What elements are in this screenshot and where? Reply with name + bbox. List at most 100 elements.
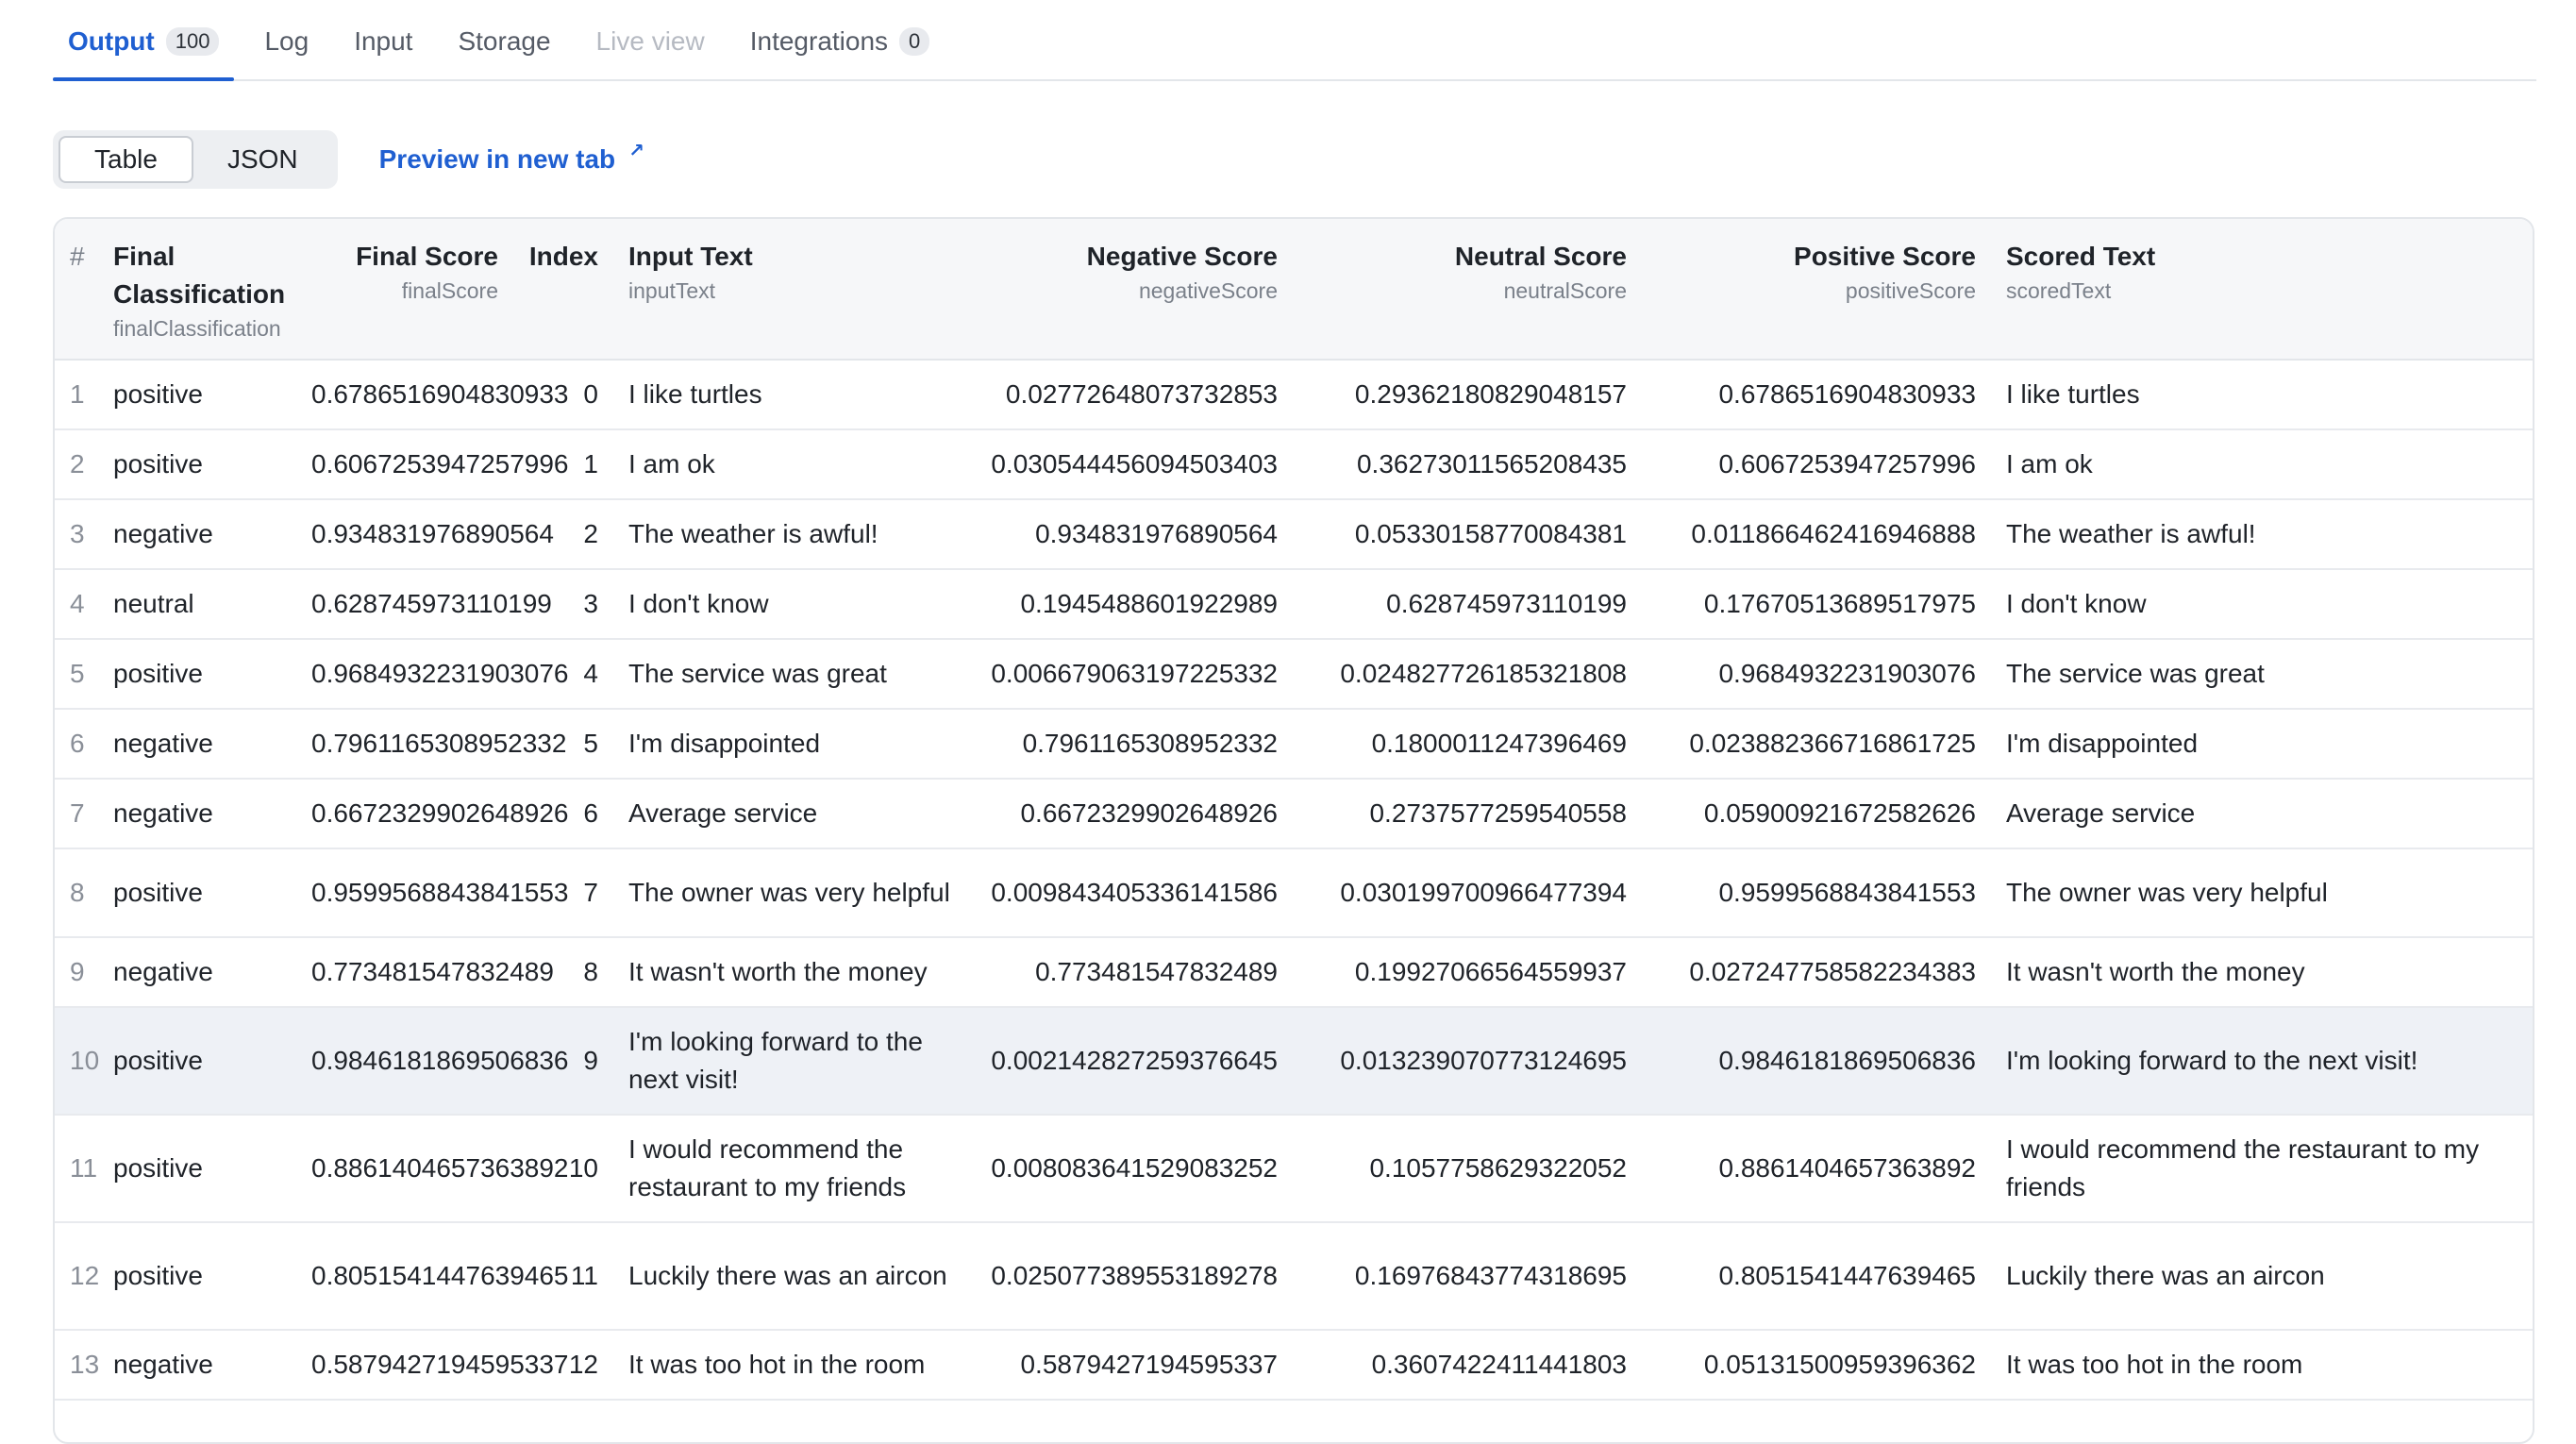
negative-score-cell: 0.7961165308952332 [976, 709, 1293, 780]
neutral-score-cell: 0.3607422411441803 [1293, 1330, 1642, 1401]
scored-text-cell: It wasn't worth the money [1991, 937, 2533, 1008]
input-text-cell: It was too hot in the room [613, 1330, 976, 1401]
tab-integrations[interactable]: Integrations 0 [735, 26, 945, 79]
column-key: finalClassification [113, 316, 281, 341]
table-row[interactable]: 6 negative 0.7961165308952332 5 I'm disappoi… [55, 709, 2533, 780]
final-classification-cell: positive [98, 360, 296, 430]
positive-score-cell: 0.011866462416946888 [1642, 499, 1991, 570]
column-header-final-score[interactable]: Final Score finalScore [296, 219, 513, 361]
table-row[interactable]: 3 negative 0.934831976890564 2 The weather i… [55, 499, 2533, 570]
table-row[interactable]: 10 positive 0.9846181869506836 9 I'm looking… [55, 1007, 2533, 1116]
column-key: positiveScore [1845, 278, 1976, 303]
positive-score-cell: 0.05131500959396362 [1642, 1330, 1991, 1401]
output-toolbar: Table JSON Preview in new tab ↗ [53, 125, 644, 194]
input-text-cell: I would recommend the restaurant to my f… [613, 1115, 976, 1223]
column-header-row-number: # [55, 219, 98, 361]
neutral-score-cell: 0.013239070773124695 [1293, 1007, 1642, 1116]
positive-score-cell: 0.9599568843841553 [1642, 848, 1991, 938]
neutral-score-cell: 0.030199700966477394 [1293, 848, 1642, 938]
negative-score-cell: 0.6672329902648926 [976, 779, 1293, 849]
column-key: inputText [628, 278, 716, 303]
row-number-cell: 5 [55, 639, 98, 710]
neutral-score-cell: 0.36273011565208435 [1293, 429, 1642, 500]
positive-score-cell: 0.9846181869506836 [1642, 1007, 1991, 1116]
positive-score-cell: 0.17670513689517975 [1642, 569, 1991, 640]
tab-integrations-count-badge: 0 [899, 27, 930, 56]
tab-log[interactable]: Log [249, 26, 324, 79]
final-score-cell: 0.7961165308952332 [296, 709, 566, 780]
scored-text-cell: I'm looking forward to the next visit! [1991, 1007, 2533, 1116]
tab-input[interactable]: Input [339, 26, 427, 79]
row-number-cell: 2 [55, 429, 98, 500]
column-header-index[interactable]: Index [513, 219, 613, 361]
scored-text-cell: I'm disappointed [1991, 709, 2533, 780]
column-header-positive-score[interactable]: Positive Score positiveScore [1642, 219, 1991, 361]
final-classification-cell: positive [98, 848, 296, 938]
input-text-cell: Luckily there was an aircon [613, 1222, 976, 1331]
input-text-cell: I'm looking forward to the next visit! [613, 1007, 976, 1116]
column-header-input-text[interactable]: Input Text inputText [613, 219, 976, 361]
column-title: Final Score [356, 242, 498, 271]
table-row[interactable]: 8 positive 0.9599568843841553 7 The owner wa… [55, 848, 2533, 938]
scored-text-cell: I am ok [1991, 429, 2533, 500]
table-row[interactable]: 1 positive 0.6786516904830933 0 I like turtl… [55, 360, 2533, 430]
table-row[interactable]: 5 positive 0.9684932231903076 4 The service … [55, 639, 2533, 710]
tab-output-count-badge: 100 [165, 27, 220, 56]
row-number-cell: 7 [55, 779, 98, 849]
tab-bar: Output 100 Log Input Storage Live view I… [53, 0, 2536, 81]
column-header-final-classification[interactable]: Final Classification finalClassification [98, 219, 296, 361]
neutral-score-cell: 0.2737577259540558 [1293, 779, 1642, 849]
negative-score-cell: 0.1945488601922989 [976, 569, 1293, 640]
negative-score-cell: 0.008083641529083252 [976, 1115, 1293, 1223]
final-score-cell: 0.8051541447639465 [296, 1222, 569, 1331]
neutral-score-cell: 0.16976843774318695 [1293, 1222, 1642, 1331]
table-row[interactable]: 4 neutral 0.628745973110199 3 I don't know 0.… [55, 569, 2533, 640]
column-header-scored-text[interactable]: Scored Text scoredText [1991, 219, 2533, 361]
tab-output[interactable]: Output 100 [53, 26, 235, 81]
input-text-cell: The weather is awful! [613, 499, 976, 570]
table-row[interactable]: 12 positive 0.8051541447639465 11 Luckily th… [55, 1222, 2533, 1331]
row-number-cell: 12 [55, 1222, 99, 1331]
final-score-cell: 0.6786516904830933 [296, 360, 569, 430]
scored-text-cell: I like turtles [1991, 360, 2533, 430]
tab-storage[interactable]: Storage [443, 26, 565, 79]
column-key: scoredText [2006, 278, 2112, 303]
positive-score-cell: 0.8051541447639465 [1642, 1222, 1991, 1331]
negative-score-cell: 0.02772648073732853 [976, 360, 1293, 430]
preview-in-new-tab-link[interactable]: Preview in new tab ↗ [379, 141, 644, 175]
tab-log-label: Log [264, 26, 309, 56]
final-score-cell: 0.628745973110199 [296, 569, 552, 640]
final-classification-cell: negative [98, 1330, 296, 1401]
table-row[interactable]: 11 positive 0.8861404657363892 10 I would re… [55, 1115, 2533, 1223]
final-classification-cell: neutral [98, 569, 296, 640]
final-classification-cell: negative [98, 709, 296, 780]
final-classification-cell: positive [98, 1007, 296, 1116]
column-title: Negative Score [1086, 242, 1278, 271]
table-row[interactable]: 7 negative 0.6672329902648926 6 Average serv… [55, 779, 2533, 849]
json-view-button[interactable]: JSON [193, 136, 332, 183]
negative-score-cell: 0.5879427194595337 [976, 1330, 1293, 1401]
column-key: neutralScore [1503, 278, 1627, 303]
results-table-container: # Final Classification finalClassificati… [53, 217, 2534, 1444]
column-key: negativeScore [1138, 278, 1278, 303]
column-header-negative-score[interactable]: Negative Score negativeScore [976, 219, 1293, 361]
column-header-neutral-score[interactable]: Neutral Score neutralScore [1293, 219, 1642, 361]
negative-score-cell: 0.006679063197225332 [976, 639, 1293, 710]
negative-score-cell: 0.934831976890564 [976, 499, 1293, 570]
table-row[interactable]: 13 negative 0.5879427194595337 12 It was too… [55, 1330, 2533, 1401]
tab-live-view-label: Live view [595, 26, 705, 56]
final-classification-cell: positive [98, 639, 296, 710]
tab-output-label: Output [68, 26, 155, 56]
final-classification-cell: positive [98, 1115, 296, 1223]
input-text-cell: I don't know [613, 569, 976, 640]
negative-score-cell: 0.773481547832489 [976, 937, 1293, 1008]
scored-text-cell: Luckily there was an aircon [1991, 1222, 2533, 1331]
table-view-button[interactable]: Table [59, 136, 193, 183]
tab-integrations-label: Integrations [749, 26, 889, 56]
table-row[interactable]: 2 positive 0.6067253947257996 1 I am ok 0.030… [55, 429, 2533, 500]
table-body: 1 positive 0.6786516904830933 0 I like turtl… [55, 360, 2533, 1401]
neutral-score-cell: 0.628745973110199 [1293, 569, 1642, 640]
table-row[interactable]: 9 negative 0.773481547832489 8 It wasn't wor… [55, 937, 2533, 1008]
neutral-score-cell: 0.1800011247396469 [1293, 709, 1642, 780]
scored-text-cell: The weather is awful! [1991, 499, 2533, 570]
